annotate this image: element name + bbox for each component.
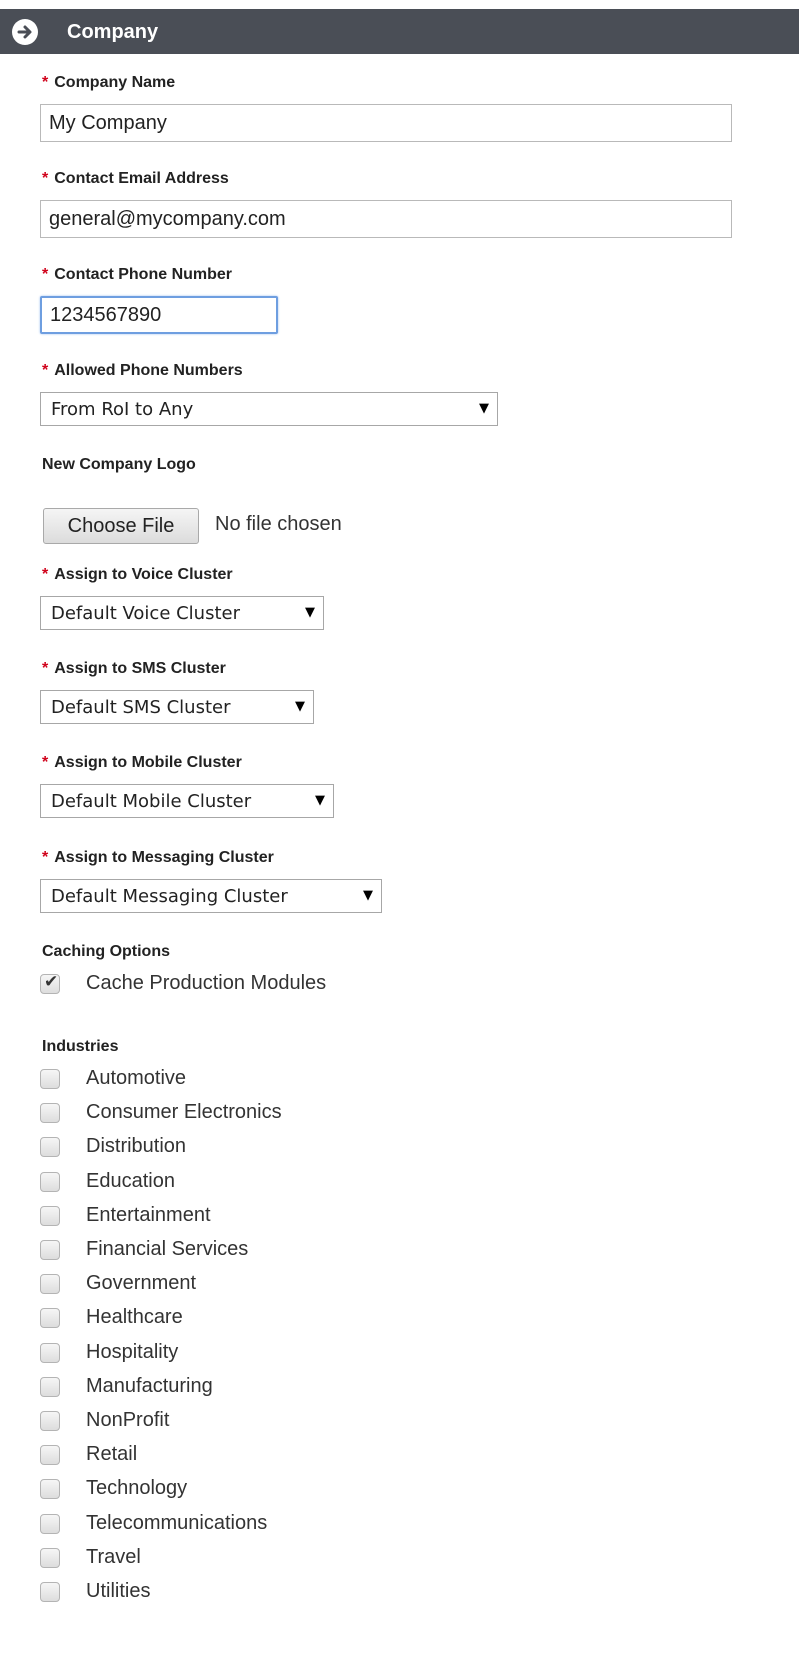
checkbox[interactable] xyxy=(40,1274,60,1294)
checkbox[interactable] xyxy=(40,1445,60,1465)
industry-label: Education xyxy=(86,1170,175,1192)
allowed-phone-numbers-select[interactable]: From RoI to Any ▼ xyxy=(40,392,498,426)
industry-checkbox-row[interactable]: Manufacturing xyxy=(40,1372,213,1402)
industry-label: Healthcare xyxy=(86,1306,183,1328)
required-marker: * xyxy=(42,266,49,283)
checkbox[interactable] xyxy=(40,1308,60,1328)
industry-checkbox-row[interactable]: NonProfit xyxy=(40,1406,169,1436)
checkbox[interactable] xyxy=(40,1137,60,1157)
industry-label: Automotive xyxy=(86,1067,187,1089)
required-marker: * xyxy=(42,566,49,583)
section-header: Company xyxy=(0,9,799,54)
industries-label: Industries xyxy=(42,1038,119,1055)
dropdown-arrow-icon: ▼ xyxy=(305,605,315,620)
contact-email-label: * Contact Email Address xyxy=(42,170,229,187)
arrow-right-circle-icon[interactable] xyxy=(12,19,38,45)
industry-checkbox-row[interactable]: Automotive xyxy=(40,1064,186,1094)
checkmark-icon: ✔ xyxy=(44,972,59,992)
voice-cluster-select[interactable]: Default Voice Cluster ▼ xyxy=(40,596,324,630)
industry-checkbox-row[interactable]: Utilities xyxy=(40,1577,150,1607)
industry-label: Retail xyxy=(86,1443,138,1465)
industry-checkbox-row[interactable]: Technology xyxy=(40,1474,187,1504)
checkbox[interactable] xyxy=(40,1377,60,1397)
messaging-cluster-select[interactable]: Default Messaging Cluster ▼ xyxy=(40,879,382,913)
checkbox[interactable] xyxy=(40,1240,60,1260)
messaging-cluster-label: * Assign to Messaging Cluster xyxy=(42,849,274,866)
industry-label: Consumer Electronics xyxy=(86,1101,282,1123)
section-title: Company xyxy=(67,21,159,43)
industry-checkbox-row[interactable]: Retail xyxy=(40,1440,137,1470)
industry-checkbox-row[interactable]: Entertainment xyxy=(40,1201,211,1231)
checkbox[interactable] xyxy=(40,1172,60,1192)
caching-options-label: Caching Options xyxy=(42,943,170,960)
checkbox[interactable] xyxy=(40,1479,60,1499)
checkbox-label: Cache Production Modules xyxy=(86,972,327,994)
contact-phone-label: * Contact Phone Number xyxy=(42,266,233,283)
industry-label: Travel xyxy=(86,1546,141,1568)
cache-production-modules-checkbox[interactable]: ✔ Cache Production Modules xyxy=(40,969,326,999)
industry-label: NonProfit xyxy=(86,1409,170,1431)
industry-label: Government xyxy=(86,1272,197,1294)
mobile-cluster-select[interactable]: Default Mobile Cluster ▼ xyxy=(40,784,334,818)
required-marker: * xyxy=(42,754,49,771)
file-status-text: No file chosen xyxy=(215,513,342,535)
checkbox[interactable] xyxy=(40,1343,60,1363)
dropdown-arrow-icon: ▼ xyxy=(315,793,325,808)
required-marker: * xyxy=(42,849,49,866)
industry-checkbox-row[interactable]: Hospitality xyxy=(40,1338,178,1368)
dropdown-arrow-icon: ▼ xyxy=(479,401,489,416)
allowed-phone-numbers-label: * Allowed Phone Numbers xyxy=(42,362,243,379)
industry-label: Telecommunications xyxy=(86,1512,268,1534)
industry-checkbox-row[interactable]: Education xyxy=(40,1167,175,1197)
checkbox[interactable] xyxy=(40,1206,60,1226)
industry-label: Technology xyxy=(86,1477,188,1499)
mobile-cluster-label: * Assign to Mobile Cluster xyxy=(42,754,242,771)
sms-cluster-select[interactable]: Default SMS Cluster ▼ xyxy=(40,690,314,724)
industry-label: Manufacturing xyxy=(86,1375,213,1397)
industry-checkbox-row[interactable]: Financial Services xyxy=(40,1235,248,1265)
dropdown-arrow-icon: ▼ xyxy=(295,699,305,714)
checkbox[interactable] xyxy=(40,1411,60,1431)
industry-checkbox-row[interactable]: Consumer Electronics xyxy=(40,1098,282,1128)
checkbox[interactable] xyxy=(40,1582,60,1602)
required-marker: * xyxy=(42,660,49,677)
industry-checkbox-row[interactable]: Distribution xyxy=(40,1132,186,1162)
company-name-label: * Company Name xyxy=(42,74,176,91)
company-logo-label: New Company Logo xyxy=(42,456,196,473)
contact-phone-input[interactable]: 1234567890 xyxy=(40,296,278,334)
checkbox[interactable] xyxy=(40,1103,60,1123)
choose-file-button[interactable]: Choose File xyxy=(43,508,199,544)
voice-cluster-label: * Assign to Voice Cluster xyxy=(42,566,233,583)
dropdown-arrow-icon: ▼ xyxy=(363,888,373,903)
industry-checkbox-row[interactable]: Government xyxy=(40,1269,196,1299)
checkbox[interactable] xyxy=(40,1514,60,1534)
industry-label: Financial Services xyxy=(86,1238,249,1260)
checkbox[interactable]: ✔ xyxy=(40,972,60,994)
industry-checkbox-row[interactable]: Telecommunications xyxy=(40,1509,267,1539)
industry-label: Entertainment xyxy=(86,1204,211,1226)
sms-cluster-label: * Assign to SMS Cluster xyxy=(42,660,226,677)
industry-checkbox-row[interactable]: Travel xyxy=(40,1543,141,1573)
industry-label: Utilities xyxy=(86,1580,151,1602)
checkbox[interactable] xyxy=(40,1548,60,1568)
contact-email-input[interactable]: general@mycompany.com xyxy=(40,200,732,238)
required-marker: * xyxy=(42,74,49,91)
company-name-input[interactable]: My Company xyxy=(40,104,732,142)
checkbox[interactable] xyxy=(40,1069,60,1089)
industry-label: Distribution xyxy=(86,1135,187,1157)
required-marker: * xyxy=(42,170,49,187)
required-marker: * xyxy=(42,362,49,379)
industry-checkbox-row[interactable]: Healthcare xyxy=(40,1303,183,1333)
industry-label: Hospitality xyxy=(86,1341,179,1363)
